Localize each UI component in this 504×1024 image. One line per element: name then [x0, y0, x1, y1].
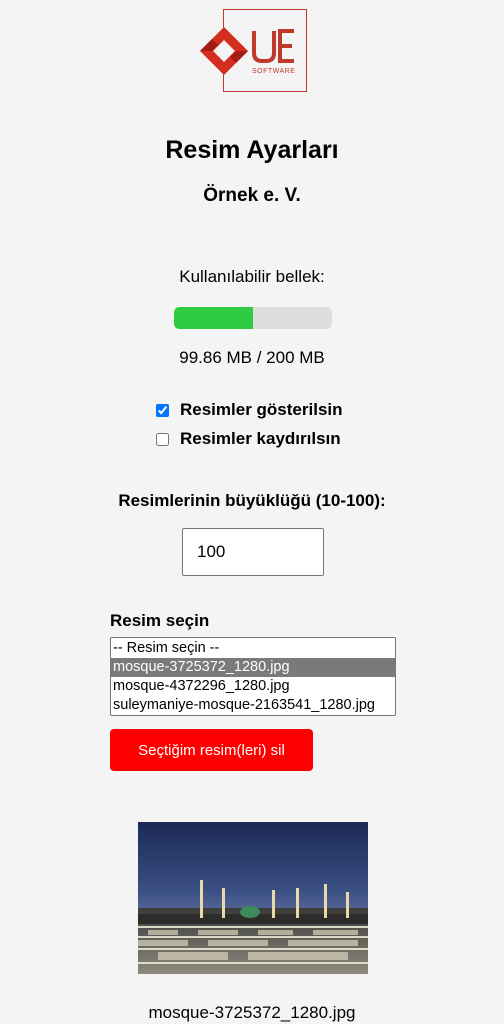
image-select-listbox[interactable]: -- Resim seçin -- mosque-3725372_1280.jpg… — [110, 637, 396, 716]
memory-value: 99.86 MB / 200 MB — [179, 348, 325, 367]
image-select-option[interactable]: suleymaniye-mosque-2163541_1280.jpg — [111, 696, 395, 715]
image-select-option[interactable]: mosque-4372296_1280.jpg — [111, 677, 395, 696]
image-size-input[interactable] — [182, 528, 324, 576]
logo-subtitle: SOFTWARE — [252, 68, 296, 75]
memory-progress-fill — [174, 307, 253, 329]
ue-software-logo: SOFTWARE — [196, 9, 308, 93]
memory-progress-bar — [174, 307, 332, 329]
image-select-label: Resim seçin — [110, 611, 210, 630]
image-preview-caption: mosque-3725372_1280.jpg — [148, 1003, 356, 1022]
page-title: Resim Ayarları — [165, 136, 339, 164]
image-select-option[interactable]: -- Resim seçin -- — [111, 639, 395, 658]
memory-label: Kullanılabilir bellek: — [179, 267, 325, 286]
image-settings-page: SOFTWARE Resim Ayarları Örnek e. V. Kull… — [0, 0, 504, 1024]
scroll-images-option[interactable]: Resimler kaydırılsın — [156, 429, 341, 449]
delete-selected-images-button[interactable]: Seçtiğim resim(leri) sil — [110, 729, 313, 771]
image-size-label: Resimlerinin büyüklüğü (10-100): — [118, 491, 386, 510]
image-preview — [138, 822, 368, 974]
mosque-night-photo — [138, 822, 368, 974]
scroll-images-checkbox[interactable] — [156, 432, 169, 446]
show-images-option[interactable]: Resimler gösterilsin — [156, 400, 343, 420]
show-images-checkbox[interactable] — [156, 403, 169, 417]
organization-name: Örnek e. V. — [203, 185, 301, 206]
show-images-label: Resimler gösterilsin — [180, 400, 343, 419]
scroll-images-label: Resimler kaydırılsın — [180, 429, 341, 448]
ue-logo-mark-icon — [200, 27, 294, 75]
image-select-option[interactable]: mosque-3725372_1280.jpg — [111, 658, 395, 677]
